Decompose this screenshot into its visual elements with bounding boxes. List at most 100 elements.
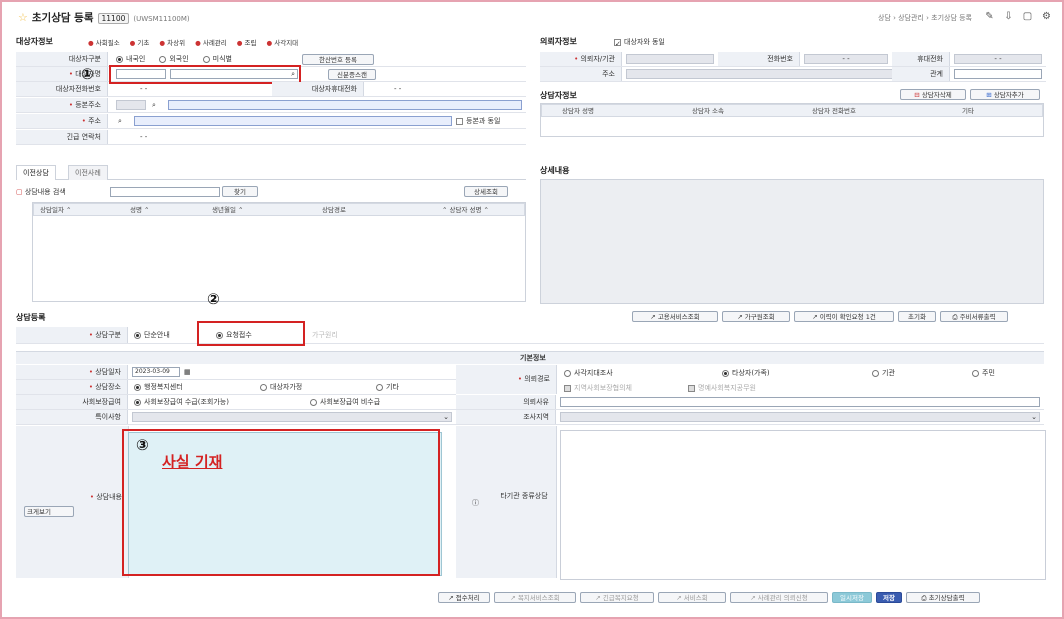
radio-route-family[interactable]: 타상자(가족): [722, 368, 770, 378]
requester-relation-input[interactable]: [954, 69, 1042, 79]
search-icon[interactable]: ⌕: [118, 114, 122, 128]
reason-input[interactable]: [560, 397, 1040, 407]
detail-search-button[interactable]: 상세조회: [464, 186, 508, 197]
col-header[interactable]: 상담일자 ⌃: [40, 204, 71, 217]
subject-addr-row: • 주소 ⌕ 등본과 동일: [16, 114, 526, 129]
counselor-add-button[interactable]: ⊞ 상담자추가: [970, 89, 1040, 100]
counselor-section-title: 상담자정보: [540, 91, 577, 100]
radio-home[interactable]: 대상자가정: [260, 380, 302, 394]
save-page-icon[interactable]: ⇩: [1003, 11, 1014, 22]
requester-addr-row: 주소 관계: [540, 67, 1046, 82]
emergency-welfare-button[interactable]: ↗ 긴급복지요청: [580, 592, 654, 603]
counsel-content-label-cell: • 상담내용 크게보기: [16, 426, 129, 578]
subject-addr-label: • 주소: [16, 114, 108, 128]
social-benefit-row: 사회보장급여 사회보장급여 수급(조회가능) 사회보장급여 비수급: [16, 395, 456, 410]
rrn-register-button[interactable]: 한산번호 등록: [302, 54, 374, 65]
requester-mobile-input[interactable]: - -: [954, 54, 1042, 64]
radio-route-resident[interactable]: 주민: [972, 368, 995, 378]
history-confirm-button[interactable]: ↗ 이력이 확인요청 1건: [794, 311, 894, 322]
subject-phone-value[interactable]: - -: [140, 82, 147, 96]
requester-relation-label: 관계: [892, 67, 950, 81]
check-community-council[interactable]: 지역사회보장협의체: [564, 383, 632, 393]
id-scan-button[interactable]: 신분증스캔: [328, 69, 376, 80]
col-header[interactable]: 상담경로: [322, 204, 346, 217]
window-icon[interactable]: ▢: [1022, 11, 1033, 22]
requester-org-input[interactable]: [626, 54, 714, 64]
history-search-input[interactable]: [110, 187, 220, 197]
col-header[interactable]: 성명 ⌃: [130, 204, 149, 217]
legend-item: ● 차상위: [159, 39, 186, 47]
radio-benefit-no[interactable]: 사회보장급여 비수급: [310, 395, 380, 409]
welfare-service-button[interactable]: ↗ 복지서비스조회: [494, 592, 576, 603]
radio-route-blindspot[interactable]: 사각지대조사: [564, 368, 613, 378]
tab-prev-counsel[interactable]: 이전상담: [16, 165, 56, 180]
col-header[interactable]: 상담자 전화번호: [812, 105, 856, 118]
requester-section-title: 의뢰자정보: [540, 37, 577, 46]
radio-unidentified[interactable]: 미식별: [202, 52, 232, 66]
bottom-toolbar: ↗ 접수처리 ↗ 복지서비스조회 ↗ 긴급복지요청 ↗ 서비스회 ↗ 사례관리 …: [438, 592, 980, 603]
subject-phone-row: 대상자전화번호 - - 대상자휴대전화 - -: [16, 82, 526, 97]
find-button[interactable]: 찾기: [222, 186, 258, 197]
subject-section-title: 대상자정보: [16, 37, 53, 46]
save-button[interactable]: 저장: [876, 592, 902, 603]
addr1-zip-input[interactable]: [116, 100, 146, 110]
requester-org-row: • 의뢰자/기관 전화번호 - - 휴대전화 - -: [540, 52, 1046, 67]
special-select[interactable]: ⌄: [132, 412, 452, 422]
reset-button[interactable]: 초기화: [898, 311, 936, 322]
subject-type-radios: 내국인 외국인 미식별: [116, 52, 232, 66]
annotation-box-2: [197, 321, 305, 346]
detail-content-area[interactable]: [540, 179, 1044, 304]
emergency-value[interactable]: - -: [140, 130, 147, 144]
counselor-delete-button[interactable]: ⊟ 상담자삭제: [900, 89, 966, 100]
history-search-label: ▢ 상담내용 검색: [16, 188, 66, 196]
col-header[interactable]: 상담자 성명: [562, 105, 594, 118]
area-select[interactable]: ⌄: [560, 412, 1040, 422]
addr-input[interactable]: [134, 116, 452, 126]
col-header[interactable]: 상담자 소속: [692, 105, 724, 118]
tab-prev-case[interactable]: 이전사례: [68, 165, 108, 180]
special-row: 특이사항 ⌄: [16, 410, 456, 425]
intake-button[interactable]: ↗ 접수처리: [438, 592, 490, 603]
service-button[interactable]: ↗ 서비스회: [658, 592, 726, 603]
special-label: 특이사항: [16, 410, 128, 424]
radio-korean[interactable]: 내국인: [116, 52, 145, 66]
requester-phone-label: 전화번호: [718, 52, 800, 66]
requester-phone-input[interactable]: - -: [804, 54, 888, 64]
settings-icon[interactable]: ⚙: [1041, 11, 1052, 22]
case-referral-button[interactable]: ↗ 사례관리 의뢰신청: [730, 592, 828, 603]
counsel-date-label: • 상담일자: [16, 365, 128, 379]
employment-service-button[interactable]: ↗ 고용서비스조회: [632, 311, 718, 322]
radio-foreign[interactable]: 외국인: [159, 52, 189, 66]
calendar-icon[interactable]: ▦: [184, 365, 191, 379]
radio-route-org[interactable]: 기관: [872, 368, 895, 378]
household-search-button[interactable]: ↗ 가구원조회: [722, 311, 790, 322]
counsel-place-label: • 상담장소: [16, 380, 128, 394]
counsel-date-input[interactable]: 2023-03-09: [132, 367, 180, 377]
radio-simple-guide[interactable]: 단순안내: [134, 328, 170, 342]
emergency-row: 긴급 연락처 - -: [16, 130, 526, 145]
col-header[interactable]: 기타: [962, 105, 974, 118]
favorite-star-icon[interactable]: ☆: [18, 11, 28, 24]
pin-icon[interactable]: ✎: [984, 11, 995, 22]
annotation-number-2: ②: [207, 290, 220, 308]
annotation-number-3: ③: [136, 436, 149, 454]
print-docs-button[interactable]: ⎙ 주비서류출력: [940, 311, 1008, 322]
same-as-addr1-check[interactable]: 등본과 동일: [456, 114, 500, 128]
register-section-title: 상담등록: [16, 313, 46, 322]
temp-save-button[interactable]: 일시저장: [832, 592, 872, 603]
radio-benefit-yes[interactable]: 사회보장급여 수급(조회가능): [134, 395, 229, 409]
radio-center[interactable]: 행정복지센터: [134, 380, 183, 394]
same-as-subject-check[interactable]: ✓ 대상자와 동일: [614, 37, 665, 48]
col-header[interactable]: ⌃ 상담자 성명 ⌃: [442, 204, 489, 217]
other-org-textarea[interactable]: [560, 430, 1046, 580]
col-header[interactable]: 생년월일 ⌃: [212, 204, 243, 217]
print-initial-button[interactable]: ⎙ 초기상담출력: [906, 592, 980, 603]
expand-button[interactable]: 크게보기: [24, 506, 74, 517]
search-icon[interactable]: ⌕: [152, 98, 156, 112]
radio-place-other[interactable]: 기타: [376, 380, 399, 394]
help-icon[interactable]: ⓘ: [472, 498, 479, 508]
history-grid-header: 상담일자 ⌃ 성명 ⌃ 생년월일 ⌃ 상담경로 ⌃ 상담자 성명 ⌃: [33, 203, 525, 216]
check-honorary-worker[interactable]: 명예사회복지공무원: [688, 383, 756, 393]
subject-mobile-value[interactable]: - -: [394, 82, 401, 96]
addr1-input[interactable]: [168, 100, 522, 110]
